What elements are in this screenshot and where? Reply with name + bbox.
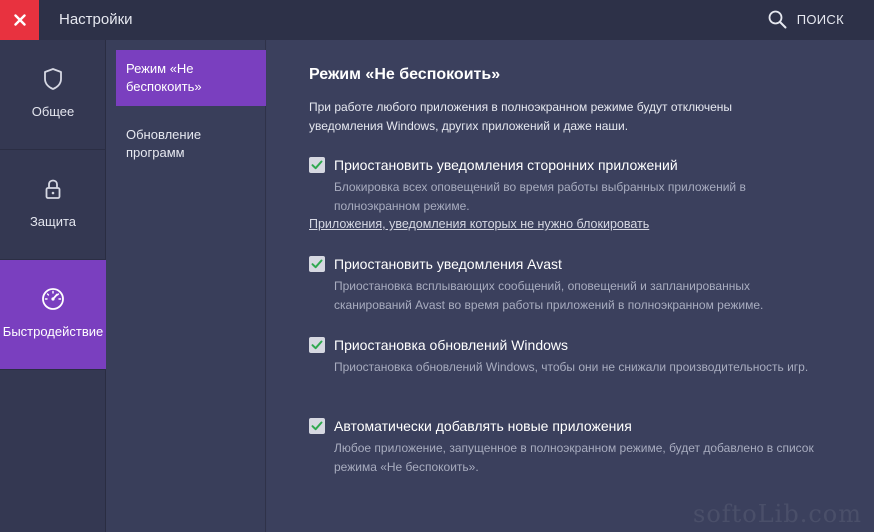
nav-item-label: Быстродействие: [2, 324, 104, 339]
option-description: Блокировка всех оповещений во время рабо…: [334, 180, 746, 213]
option-row[interactable]: Приостановка обновлений Windows: [309, 337, 829, 353]
option-label: Приостановка обновлений Windows: [334, 337, 569, 353]
option-label: Автоматически добавлять новые приложения: [334, 418, 632, 434]
search-icon: [768, 10, 787, 28]
nav-item-protection[interactable]: Защита: [0, 150, 106, 260]
close-icon: [13, 14, 26, 26]
page-description: При работе любого приложения в полноэкра…: [309, 100, 733, 133]
search-button[interactable]: ПОИСК: [768, 8, 844, 30]
nav-item-label: Защита: [29, 214, 77, 229]
checkmark-icon: [311, 259, 323, 269]
subnav-item-do-not-disturb[interactable]: Режим «Не беспокоить»: [116, 50, 266, 106]
search-label: ПОИСК: [796, 11, 844, 27]
sub-nav: Режим «Не беспокоить» Обновление програм…: [106, 40, 266, 532]
checkbox[interactable]: [309, 157, 325, 173]
speedometer-icon: [42, 288, 64, 310]
option-label: Приостановить уведомления Avast: [334, 256, 562, 272]
left-nav: Общее Защита Быстродействие: [0, 40, 106, 532]
shield-icon: [44, 68, 62, 90]
nav-item-general[interactable]: Общее: [0, 40, 106, 150]
watermark: softoLib.com: [693, 500, 862, 528]
option-description: Приостановка всплывающих сообщений, опов…: [334, 279, 764, 312]
subnav-item-software-updater[interactable]: Обновление программ: [116, 116, 266, 172]
checkmark-icon: [311, 160, 323, 170]
nav-item-performance[interactable]: Быстродействие: [0, 260, 106, 370]
option-third-party-notifications: Приостановить уведомления сторонних прил…: [309, 157, 829, 231]
checkbox[interactable]: [309, 256, 325, 272]
checkmark-icon: [311, 421, 323, 431]
lock-icon: [45, 179, 61, 199]
window-title: Настройки: [59, 11, 133, 28]
excluded-apps-link[interactable]: Приложения, уведомления которых не нужно…: [309, 217, 829, 231]
option-row[interactable]: Приостановить уведомления сторонних прил…: [309, 157, 829, 173]
option-label: Приостановить уведомления сторонних прил…: [334, 157, 678, 173]
option-row[interactable]: Приостановить уведомления Avast: [309, 256, 829, 272]
content-panel: Режим «Не беспокоить» При работе любого …: [267, 40, 874, 532]
close-button[interactable]: [0, 0, 39, 40]
title-bar: Настройки ПОИСК: [0, 0, 874, 40]
checkbox[interactable]: [309, 337, 325, 353]
nav-item-label: Общее: [31, 104, 75, 119]
option-description: Приостановка обновлений Windows, чтобы о…: [334, 360, 809, 374]
checkbox[interactable]: [309, 418, 325, 434]
page-title: Режим «Не беспокоить»: [309, 66, 501, 83]
checkmark-icon: [311, 340, 323, 350]
option-description: Любое приложение, запущенное в полноэкра…: [334, 441, 814, 474]
option-row[interactable]: Автоматически добавлять новые приложения: [309, 418, 829, 434]
option-windows-updates: Приостановка обновлений Windows Приостан…: [309, 337, 829, 377]
option-avast-notifications: Приостановить уведомления Avast Приостан…: [309, 256, 829, 315]
option-auto-add-apps: Автоматически добавлять новые приложения…: [309, 418, 829, 477]
